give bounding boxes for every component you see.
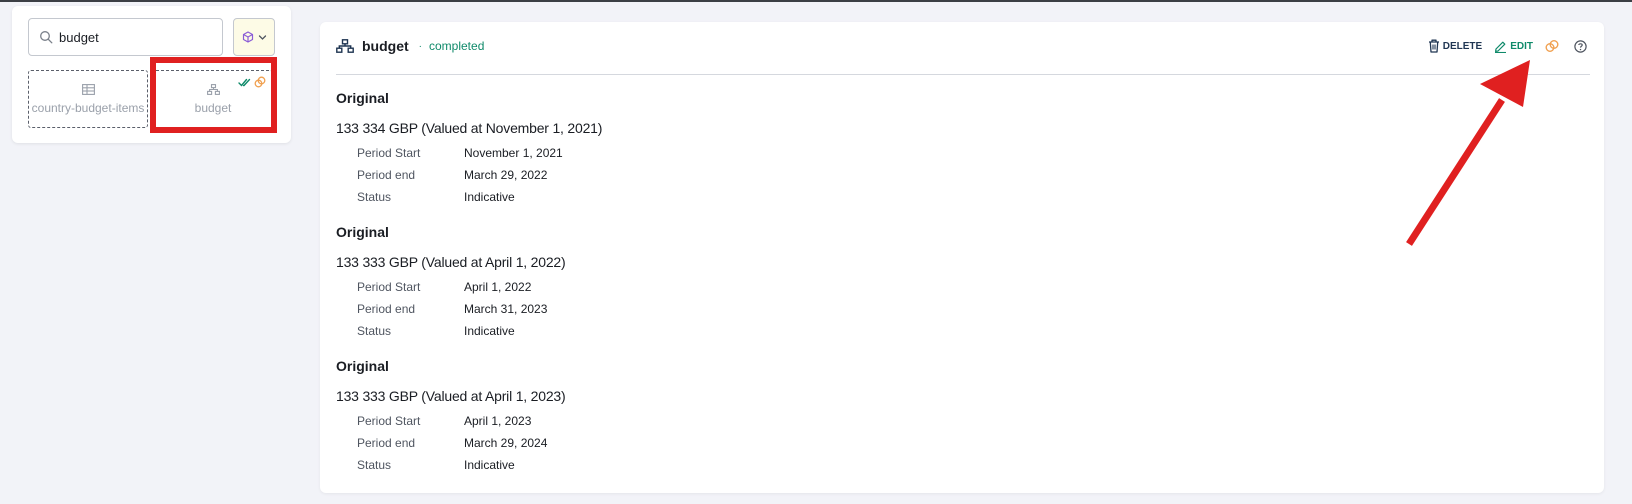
annotation-arrow <box>1406 60 1530 246</box>
arrow-shaft <box>1406 98 1505 246</box>
arrow-head <box>1480 60 1530 107</box>
